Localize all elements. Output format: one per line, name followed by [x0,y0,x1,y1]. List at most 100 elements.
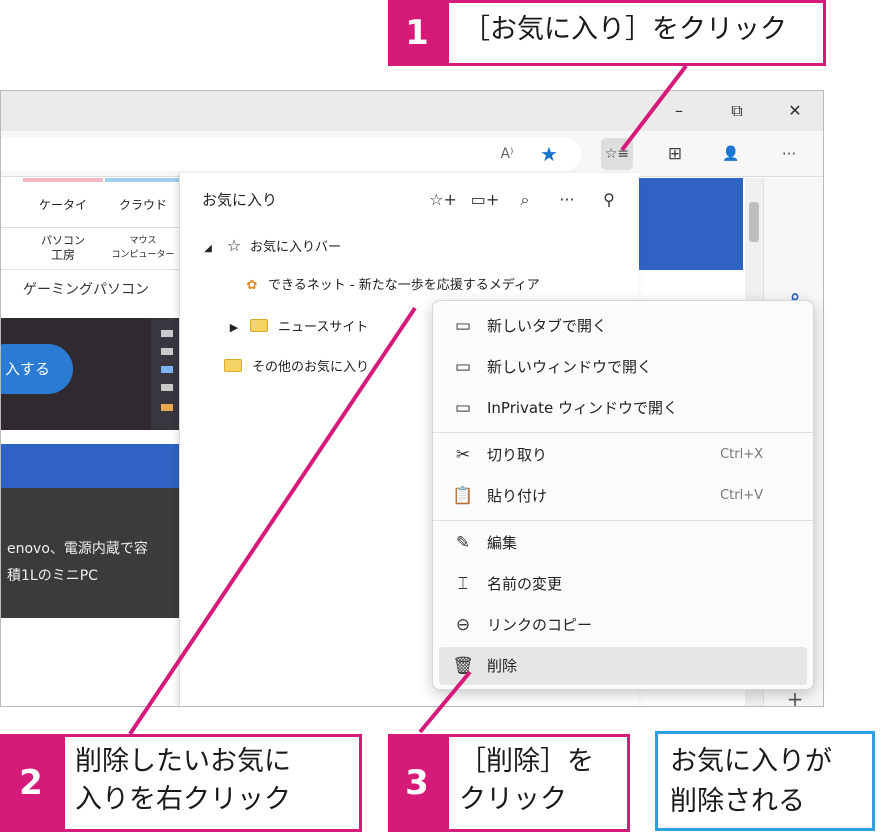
step2-line: 入りを右クリック [75,784,291,815]
favorites-bar-folder[interactable]: ◢ ☆ お気に入りバー [198,233,341,259]
scissors-icon: ✂ [455,445,471,465]
menu-label: リンクのコピー [487,616,593,634]
step3-line: ［削除］を [459,746,594,777]
menu-separator [433,520,813,521]
menu-rename[interactable]: ⌶ 名前の変更 [439,565,807,603]
inprivate-icon: ▭ [454,398,472,418]
rename-icon: ⌶ [457,574,469,594]
nav-sub-line: パソコン [41,234,85,247]
menu-label: 名前の変更 [487,575,563,593]
banner [639,178,743,270]
nav-tab-mobile[interactable]: ケータイ [23,178,103,228]
menu-label: 切り取り [487,446,548,464]
nav-sub-pc-kobo[interactable]: パソコン 工房 [23,230,103,268]
menu-label: 新しいタブで開く [487,317,608,335]
tab-icon: ▭ [454,316,472,336]
tool-mark [161,348,173,355]
restore-button[interactable]: ⧉ [717,99,757,123]
favorite-item-label: できるネット - 新たな一歩を応援するメディア [268,278,540,293]
news-folder-label: ニュースサイト [278,320,369,335]
collections-icon[interactable]: ⊞ [659,138,691,170]
favorites-icon[interactable]: ☆≡ [601,138,633,170]
step3-label: ［削除］を クリック [446,734,630,832]
nav-sub-line: コンピューター [111,250,175,260]
read-aloud-icon[interactable]: A⁾ [491,138,523,170]
pencil-icon: ✎ [455,533,471,553]
step2-line: 削除したいお気に [75,746,291,777]
minimize-button[interactable]: – [659,99,699,123]
title-bar: – ⧉ ✕ [1,91,823,131]
scroll-thumb[interactable] [749,202,759,242]
menu-shortcut: Ctrl+V [720,488,763,503]
result-line: 削除される [670,786,805,817]
screenshot-stage: – ⧉ ✕ A⁾ ★ ☆≡ ⊞ 👤 ··· ケータイ クラウド パソコン 工房 [0,0,882,835]
menu-label: 新しいウィンドウで開く [487,358,653,376]
step2-label: 削除したいお気に 入りを右クリック [62,734,362,832]
close-button[interactable]: ✕ [775,99,815,123]
menu-paste[interactable]: 📋 貼り付け Ctrl+V [439,477,807,515]
more-icon[interactable]: ··· [552,185,582,215]
add-favorite-icon[interactable]: ☆+ [428,185,458,215]
step1-label: ［お気に入り］をクリック [446,0,826,66]
nav-sub-line: 工房 [50,248,75,262]
other-favorites-label: その他のお気に入り [252,360,370,375]
gaming-pc-link[interactable]: ゲーミングパソコン [23,279,149,299]
window-icon: ▭ [454,357,472,377]
menu-delete[interactable]: 🗑 削除 [439,647,807,685]
cta-button[interactable]: 入する [1,344,73,394]
hero-section: 入する [1,318,181,430]
star-outline-icon: ☆ [226,236,242,255]
article-title-line: enovo、電源内蔵で容 [7,541,148,557]
site-nav: ケータイ クラウド [1,178,181,228]
favorites-bar-label: お気に入りバー [250,240,342,255]
caret-right-icon: ▶ [229,321,239,334]
add-folder-icon[interactable]: ▭+ [470,185,500,215]
menu-cut[interactable]: ✂ 切り取り Ctrl+X [439,436,807,474]
web-page: ケータイ クラウド パソコン 工房 マウス コンピューター ゲーミングパソコン … [1,178,181,706]
menu-label: 編集 [487,534,518,552]
link-icon: ⊖ [455,615,471,635]
article-card[interactable]: enovo、電源内蔵で容 積1LのミニPC [1,488,181,618]
step1-number: 1 [388,0,446,66]
news-folder[interactable]: ▶ ニュースサイト [224,315,368,341]
caret-down-icon: ◢ [204,243,212,254]
menu-label: 削除 [487,657,518,675]
tool-mark [161,330,173,337]
nav-sub-line: マウス [129,236,157,246]
result-label: お気に入りが 削除される [655,731,875,831]
menu-open-inprivate[interactable]: ▭ InPrivate ウィンドウで開く [439,389,807,427]
menu-label: 貼り付け [487,487,548,505]
menu-edit[interactable]: ✎ 編集 [439,524,807,562]
menu-copy-link[interactable]: ⊖ リンクのコピー [439,606,807,644]
section-band [1,444,181,488]
search-icon[interactable]: ⌕ [510,185,540,215]
nav-tab-cloud[interactable]: クラウド [105,178,181,228]
menu-separator [433,432,813,433]
folder-icon [250,319,268,332]
star-icon[interactable]: ★ [533,138,565,170]
result-line: お気に入りが [670,746,832,777]
folder-icon [224,359,242,372]
tool-mark [161,404,173,411]
menu-open-new-window[interactable]: ▭ 新しいウィンドウで開く [439,348,807,386]
menu-label: InPrivate ウィンドウで開く [487,399,678,417]
menu-open-new-tab[interactable]: ▭ 新しいタブで開く [439,307,807,345]
context-menu: ▭ 新しいタブで開く ▭ 新しいウィンドウで開く ▭ InPrivate ウィン… [432,300,814,690]
pin-icon[interactable]: ⚲ [594,185,624,215]
favorite-item-dekiru[interactable]: ✿ できるネット - 新たな一歩を応援するメディア [242,273,540,299]
browser-toolbar: A⁾ ★ ☆≡ ⊞ 👤 ··· [1,131,823,177]
favorites-title: お気に入り [202,191,278,209]
step2-number: 2 [0,734,62,832]
step3-number: 3 [388,734,446,832]
profile-icon[interactable]: 👤 [715,138,747,170]
site-favicon-icon: ✿ [246,278,258,293]
trash-icon: 🗑 [452,656,474,676]
clipboard-icon: 📋 [452,486,474,506]
step3-line: クリック [459,784,567,815]
site-sub-nav: パソコン 工房 マウス コンピューター [1,228,181,270]
nav-sub-mouse[interactable]: マウス コンピューター [105,230,181,268]
more-icon[interactable]: ··· [773,138,805,170]
other-favorites-folder[interactable]: その他のお気に入り [224,355,369,381]
editor-toolstrip [151,318,181,430]
menu-shortcut: Ctrl+X [720,447,763,462]
